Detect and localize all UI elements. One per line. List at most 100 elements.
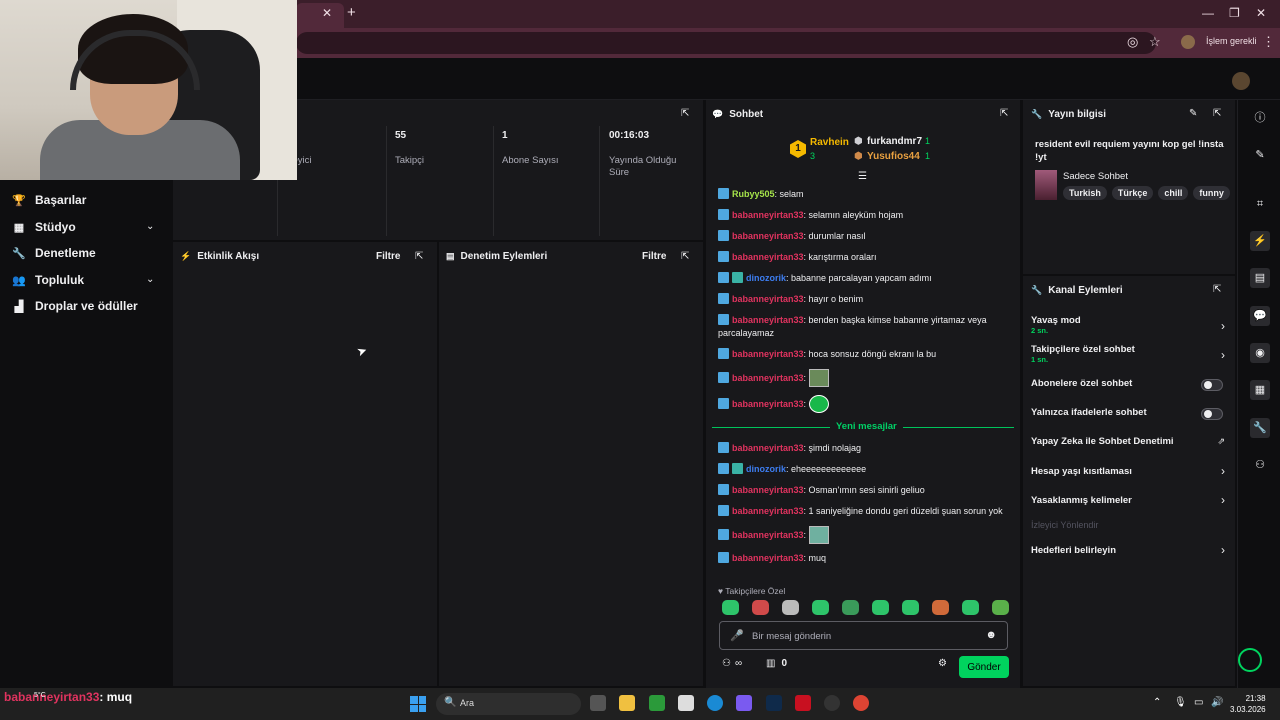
emote[interactable]	[722, 600, 739, 615]
minimize-icon[interactable]: —	[1202, 6, 1214, 20]
close-window-icon[interactable]: ✕	[1256, 6, 1266, 20]
chevron-down-icon[interactable]: ⌄	[146, 274, 154, 285]
chat-username[interactable]: babanneyirtan33	[732, 231, 804, 241]
user-avatar[interactable]	[1232, 72, 1250, 90]
chrome-icon[interactable]	[853, 695, 869, 711]
chat-username[interactable]: babanneyirtan33	[732, 485, 804, 495]
nav-item-moderation[interactable]: 🔧 Denetleme	[12, 243, 96, 263]
chevron-up-icon[interactable]: ⌃	[1153, 697, 1161, 708]
emote[interactable]	[842, 600, 859, 615]
emote-image[interactable]	[808, 369, 829, 387]
copilot-icon[interactable]	[736, 695, 752, 711]
filter-button[interactable]: Filtre	[642, 251, 666, 262]
photoshop-icon[interactable]	[766, 695, 782, 711]
browser-tab[interactable]	[296, 3, 344, 28]
chat-username[interactable]: babanneyirtan33	[732, 210, 804, 220]
chat-username[interactable]: babanneyirtan33	[732, 399, 804, 409]
badge-icon[interactable]	[718, 398, 729, 409]
store-app-icon[interactable]	[678, 695, 694, 711]
badge-icon[interactable]	[718, 209, 729, 220]
live-status-icon[interactable]	[1238, 648, 1262, 672]
collapse-leaderboard-icon[interactable]: ☰	[858, 171, 867, 182]
popout-icon[interactable]: ⇱	[415, 251, 423, 262]
gear-icon[interactable]: ⚙	[938, 658, 947, 669]
popout-icon[interactable]: ⇱	[681, 251, 689, 262]
badge-icon[interactable]	[718, 293, 729, 304]
browser-profile-avatar[interactable]	[1181, 35, 1195, 49]
eye-off-icon[interactable]: ◎	[1127, 34, 1138, 50]
popout-icon[interactable]: ⇱	[1213, 284, 1221, 295]
chat-icon[interactable]: 💬	[1250, 306, 1270, 326]
leader-first-name[interactable]: Ravhein	[810, 137, 849, 148]
chat-username[interactable]: babanneyirtan33	[732, 349, 804, 359]
account-age-row[interactable]: Hesap yaşı kısıtlaması ›	[1031, 464, 1227, 478]
chat-username[interactable]: Rubyy505	[732, 189, 775, 199]
star-icon[interactable]: ☆	[1149, 34, 1161, 50]
emote[interactable]	[752, 600, 769, 615]
taskbar-search[interactable]: 🔍 Ara	[436, 693, 581, 715]
category-name[interactable]: Sadece Sohbet	[1063, 171, 1128, 182]
file-explorer-icon[interactable]	[619, 695, 635, 711]
chat-username[interactable]: babanneyirtan33	[732, 443, 804, 453]
start-menu-icon[interactable]	[410, 696, 426, 712]
chat-username[interactable]: babanneyirtan33	[732, 530, 804, 540]
task-view-icon[interactable]	[590, 695, 606, 711]
leader-second-name[interactable]: furkandmr7	[867, 136, 922, 147]
tag[interactable]: funny	[1193, 186, 1230, 200]
action-needed-label[interactable]: İşlem gerekli	[1206, 36, 1257, 46]
nav-item-studio[interactable]: ▦ Stüdyo	[12, 217, 76, 237]
new-tab-icon[interactable]: +	[347, 4, 356, 21]
chat-username[interactable]: babanneyirtan33	[732, 373, 804, 383]
crop-icon[interactable]: ⌗	[1250, 194, 1270, 214]
edit-icon[interactable]: ✎	[1250, 145, 1270, 165]
popout-icon[interactable]: ⇱	[1000, 108, 1008, 119]
badge-icon[interactable]	[718, 463, 729, 474]
badge-icon[interactable]	[718, 314, 729, 325]
chat-settings-group[interactable]: ⚇ ∞	[722, 658, 742, 669]
badge-icon[interactable]	[718, 372, 729, 383]
chat-username[interactable]: babanneyirtan33	[732, 553, 804, 563]
weather-temp[interactable]: 5°C	[34, 692, 46, 699]
microphone-icon[interactable]: 🎤	[730, 629, 744, 642]
emote[interactable]	[812, 600, 829, 615]
volume-icon[interactable]: 🔊	[1211, 697, 1223, 708]
sub-badge-icon[interactable]	[732, 463, 743, 474]
emote[interactable]	[872, 600, 889, 615]
emote-image[interactable]	[808, 526, 829, 544]
subs-chat-toggle[interactable]	[1201, 379, 1223, 391]
badge-icon[interactable]	[718, 251, 729, 262]
chat-username[interactable]: babanneyirtan33	[732, 315, 804, 325]
chat-username[interactable]: babanneyirtan33	[732, 294, 804, 304]
badge-icon[interactable]	[718, 348, 729, 359]
filter-button[interactable]: Filtre	[376, 251, 400, 262]
channel-points-group[interactable]: ▥ 0	[766, 658, 787, 669]
chat-message-input[interactable]	[752, 628, 972, 644]
emote-image[interactable]	[808, 395, 829, 413]
chat-username[interactable]: dinozorik	[746, 273, 786, 283]
microphone-icon[interactable]: 🎙	[1174, 697, 1187, 708]
followers-chat-row[interactable]: Takipçilere özel sohbet 1 sn. ›	[1031, 344, 1227, 364]
dashboard-icon[interactable]: ▦	[1250, 380, 1270, 400]
chat-username[interactable]: dinozorik	[746, 464, 786, 474]
bolt-icon[interactable]: ⚡	[1250, 231, 1270, 251]
send-button[interactable]: Gönder	[959, 656, 1009, 678]
netflix-icon[interactable]	[795, 695, 811, 711]
emote[interactable]	[782, 600, 799, 615]
info-icon[interactable]: ⓘ	[1250, 108, 1270, 128]
edge-icon[interactable]	[707, 695, 723, 711]
emote[interactable]	[932, 600, 949, 615]
xbox-icon[interactable]	[649, 695, 665, 711]
browser-menu-icon[interactable]: ⋮	[1262, 34, 1275, 50]
taskbar-clock[interactable]: 21:38 3.03.2026	[1230, 693, 1266, 715]
badge-icon[interactable]	[718, 188, 729, 199]
tag[interactable]: chill	[1158, 186, 1189, 200]
banned-words-row[interactable]: Yasaklanmış kelimeler ›	[1031, 493, 1227, 507]
list-icon[interactable]: ▤	[1250, 268, 1270, 288]
chat-username[interactable]: babanneyirtan33	[732, 506, 804, 516]
emoji-icon[interactable]: ☻	[985, 629, 997, 641]
emote[interactable]	[902, 600, 919, 615]
set-goals-row[interactable]: Hedefleri belirleyin ›	[1031, 543, 1227, 557]
badge-icon[interactable]	[718, 230, 729, 241]
network-icon[interactable]: ▭	[1194, 697, 1203, 708]
nav-item-drops[interactable]: ▟ Droplar ve ödüller	[12, 296, 138, 316]
